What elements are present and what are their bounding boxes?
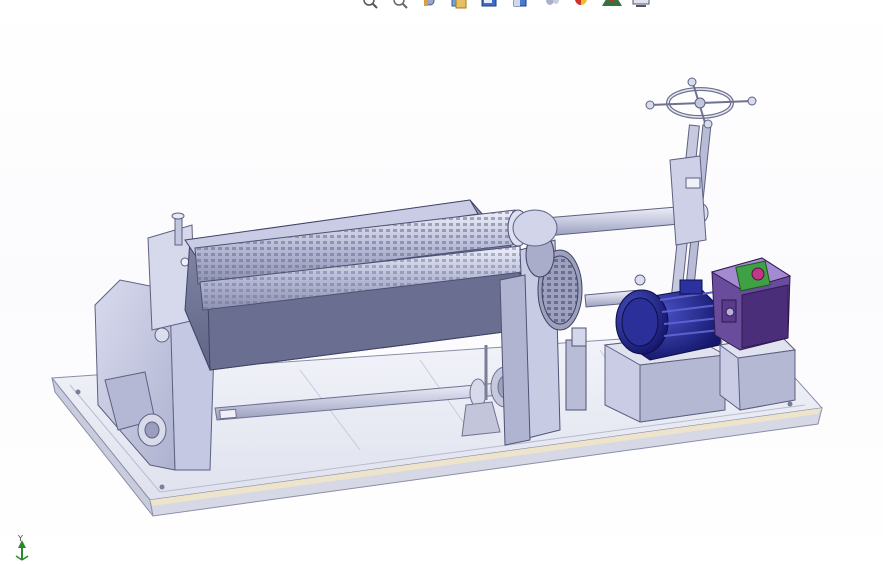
plate-bending-machine-model[interactable] (0, 0, 883, 564)
electric-motor[interactable] (615, 274, 723, 361)
reduction-gearbox[interactable] (710, 257, 792, 351)
gearbox-mount-block[interactable] (718, 334, 797, 411)
triad-y-label: Y (18, 534, 23, 543)
handwheel[interactable] (645, 77, 757, 129)
reference-triad: Y (10, 534, 34, 562)
graphics-viewport[interactable]: Y (0, 0, 883, 564)
